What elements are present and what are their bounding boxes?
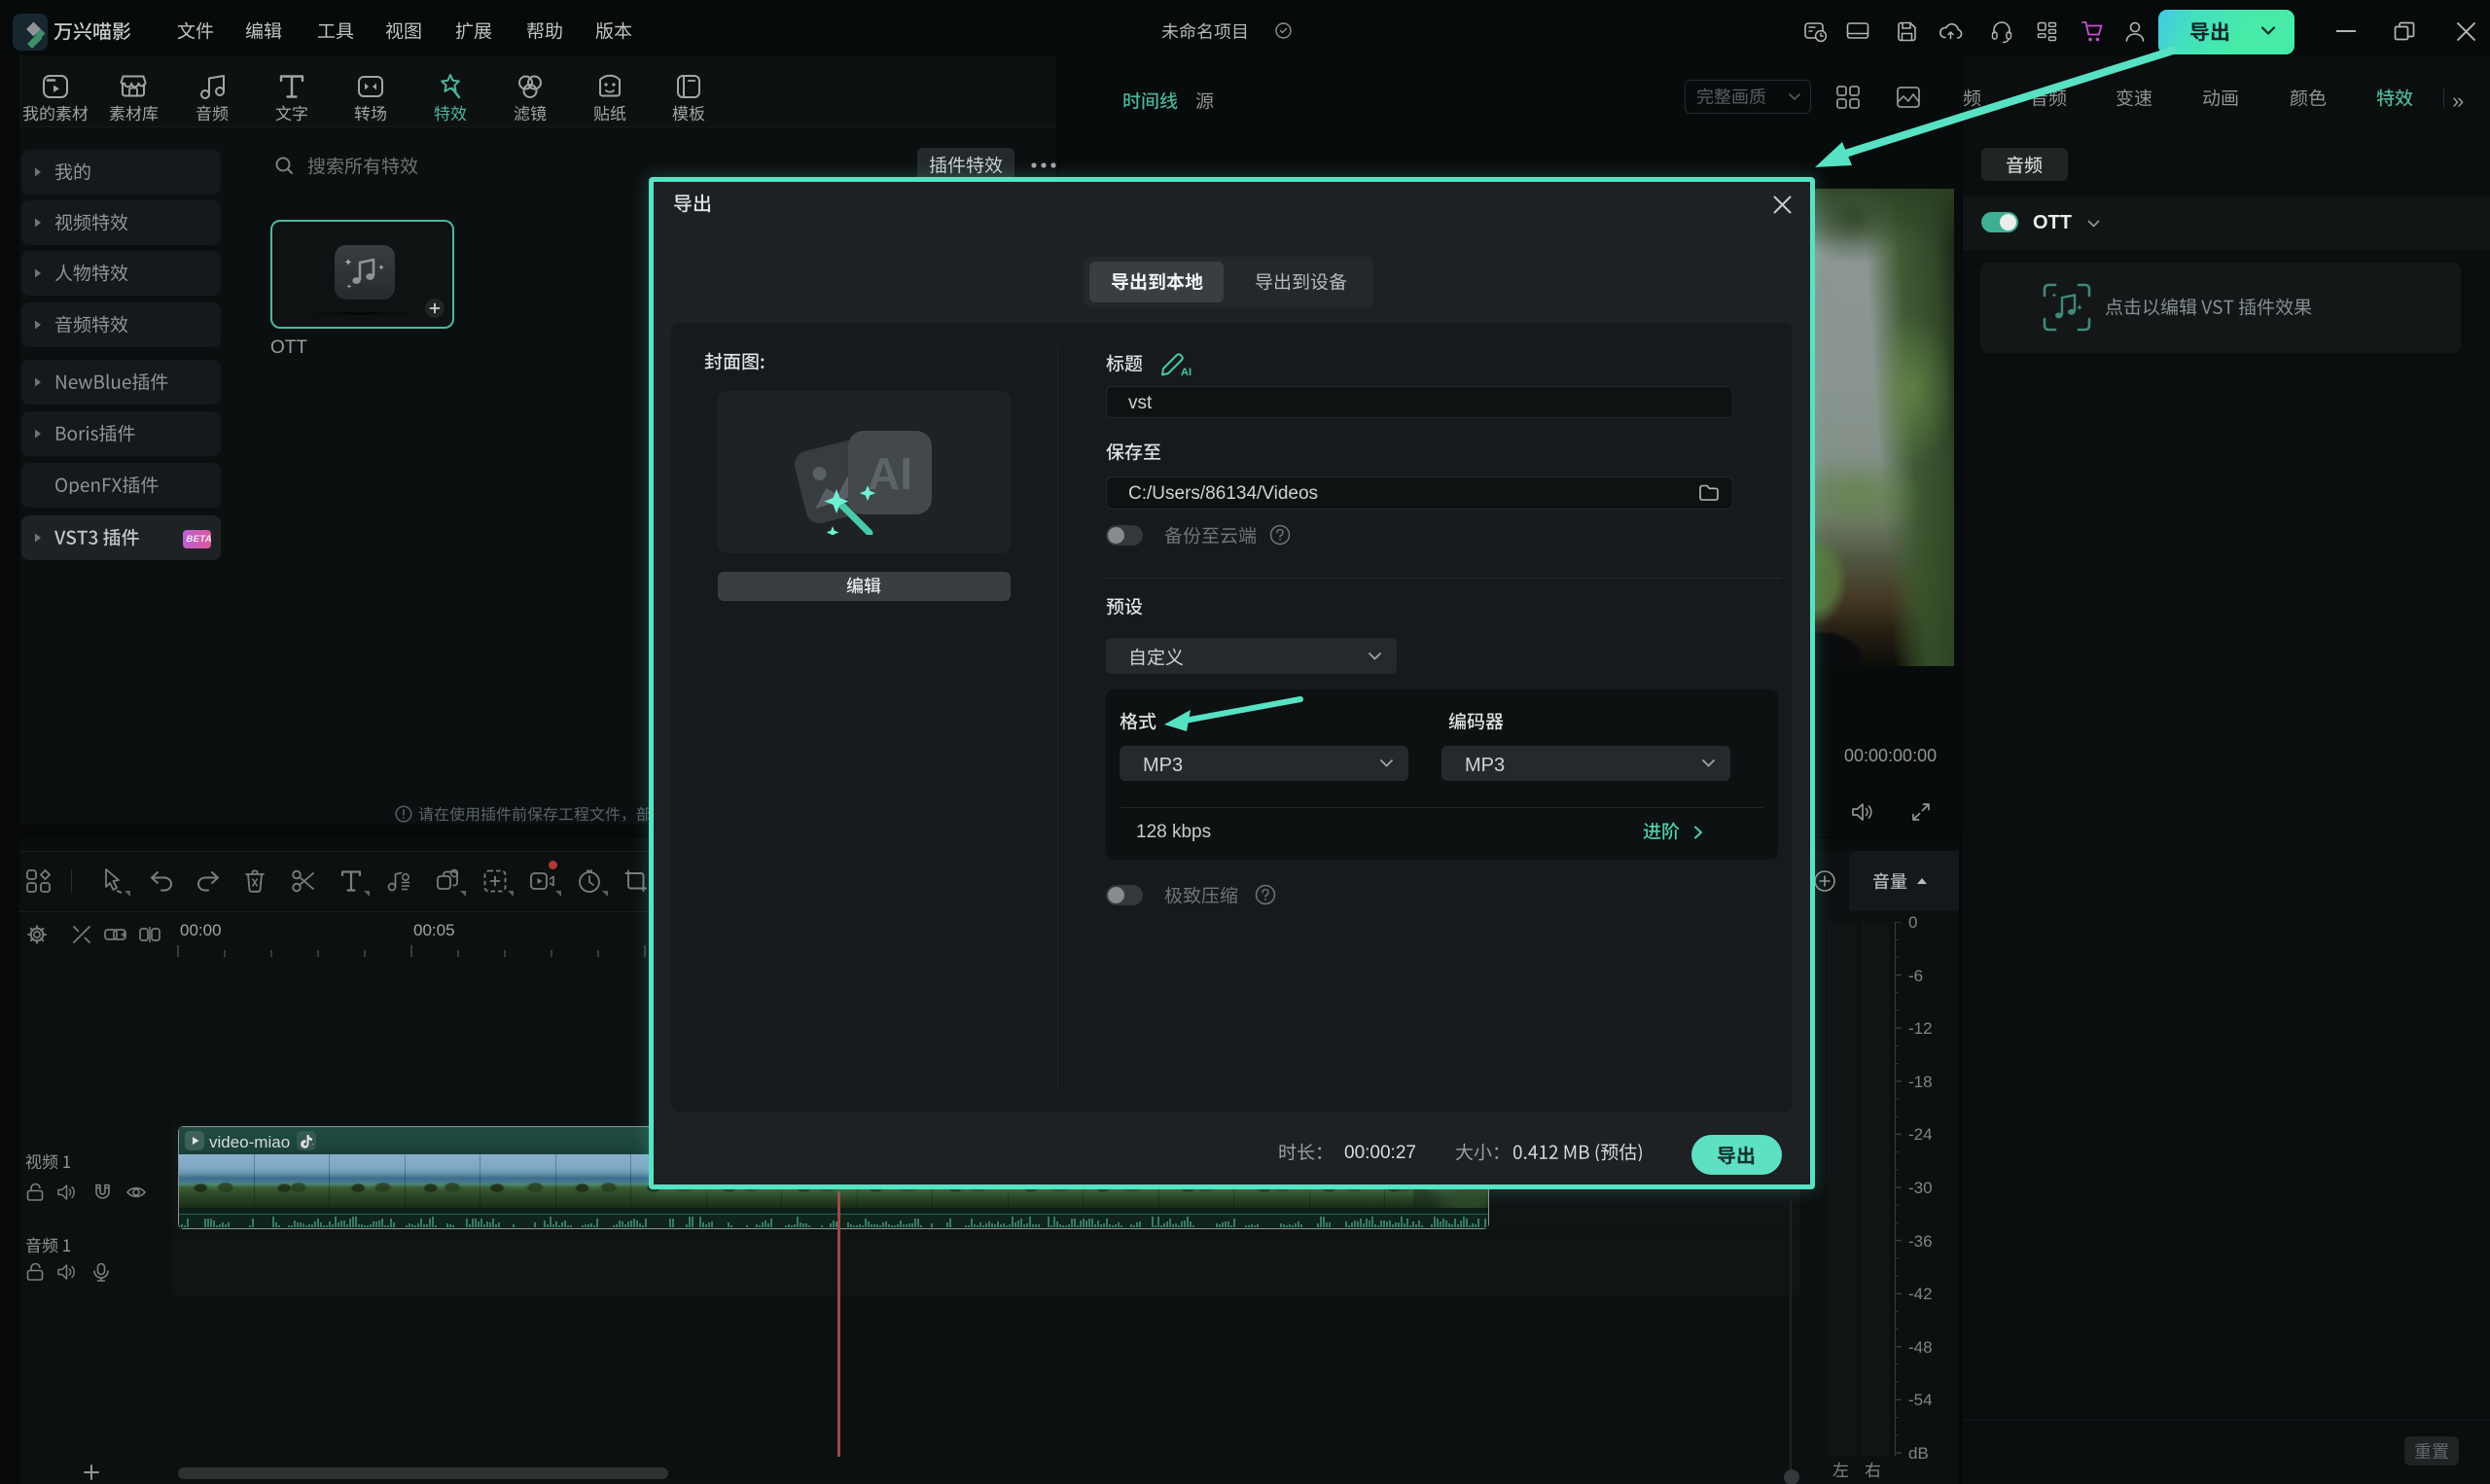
- svg-text:AI: AI: [868, 448, 912, 499]
- svg-text:AI: AI: [1181, 367, 1192, 376]
